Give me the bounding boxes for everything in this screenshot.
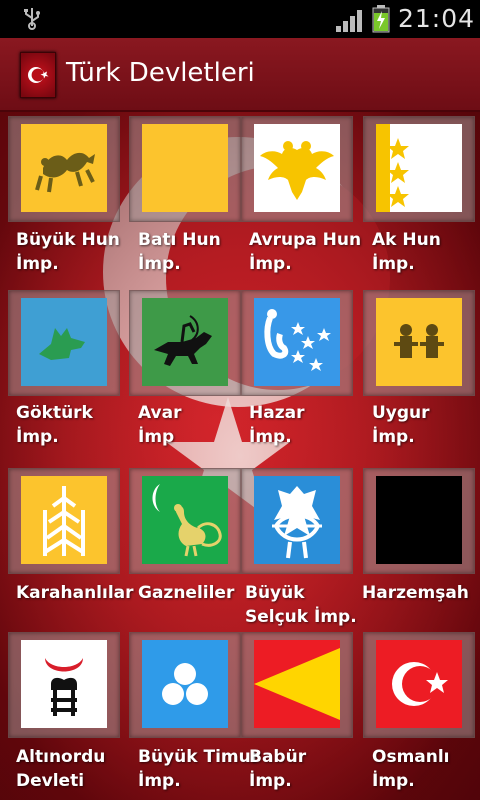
state-tile-hazar[interactable]	[241, 290, 353, 396]
state-label: Babür İmp.	[249, 747, 307, 791]
state-label: Avar İmp	[138, 403, 182, 447]
state-label: Büyük Selçuk İmp.	[245, 583, 357, 627]
turkish-flag-app-icon[interactable]	[20, 52, 56, 98]
horse-archer-flag-icon	[142, 298, 228, 386]
status-bar: 21:04	[0, 0, 480, 38]
state-tile-babur[interactable]	[241, 632, 353, 738]
state-tile-buyuk-selcuk[interactable]	[241, 468, 353, 574]
yellow-tree-tamga-flag-icon	[21, 476, 107, 564]
state-tile-ak-hun[interactable]	[363, 116, 475, 222]
state-label: Hazar İmp.	[249, 403, 305, 447]
blue-eagle-bow-flag-icon	[254, 476, 340, 564]
state-label: Ak Hun İmp.	[372, 230, 441, 274]
state-label: Batı Hun İmp.	[138, 230, 221, 274]
state-tile-karahanlilar[interactable]	[8, 468, 120, 574]
state-tile-uygur[interactable]	[363, 290, 475, 396]
state-tile-altinordu[interactable]	[8, 632, 120, 738]
wolf-head-flag-icon	[21, 298, 107, 386]
yellow-deities-flag-icon	[376, 298, 462, 386]
state-tile-buyuk-hun[interactable]	[8, 116, 120, 222]
three-stars-flag-icon	[376, 124, 462, 212]
battery-charging-icon	[372, 5, 390, 33]
state-label: Karahanlılar	[16, 583, 134, 603]
state-label: Altınordu Devleti	[16, 747, 106, 791]
state-tile-osmanli[interactable]	[363, 632, 475, 738]
state-label: Avrupa Hun İmp.	[249, 230, 362, 274]
state-tile-gazneliler[interactable]	[129, 468, 241, 574]
plain-yellow-flag-icon	[142, 124, 228, 212]
state-label: Osmanlı İmp.	[372, 747, 450, 791]
blue-tamga-stars-flag-icon	[254, 298, 340, 386]
state-label: Harzemşah	[362, 583, 469, 603]
clock: 21:04	[398, 4, 476, 33]
state-tile-gokturk[interactable]	[8, 290, 120, 396]
usb-icon	[24, 8, 40, 30]
blue-three-circles-flag-icon	[142, 640, 228, 728]
state-tile-bati-hun[interactable]	[129, 116, 241, 222]
double-headed-eagle-flag-icon	[254, 124, 340, 212]
state-tile-avar[interactable]	[129, 290, 241, 396]
state-label: Gazneliler	[138, 583, 235, 603]
state-tile-harzemsah[interactable]	[363, 468, 475, 574]
state-label: Uygur İmp.	[372, 403, 430, 447]
state-tile-avrupa-hun[interactable]	[241, 116, 353, 222]
red-yellow-triangle-flag-icon	[254, 640, 340, 728]
red-crescent-star-flag-icon	[376, 640, 462, 728]
green-peacock-crescent-flag-icon	[142, 476, 228, 564]
white-golden-horde-flag-icon	[21, 640, 107, 728]
action-bar: Türk Devletleri	[0, 38, 480, 112]
state-label: Büyük Hun İmp.	[16, 230, 120, 274]
state-label: Göktürk İmp.	[16, 403, 93, 447]
signal-icon	[336, 10, 362, 32]
state-label: Büyük Timur İmp.	[138, 747, 260, 791]
state-tile-buyuk-timur[interactable]	[129, 632, 241, 738]
plain-black-flag-icon	[376, 476, 462, 564]
app-title: Türk Devletleri	[66, 58, 255, 88]
yellow-dragon-flag-icon	[21, 124, 107, 212]
